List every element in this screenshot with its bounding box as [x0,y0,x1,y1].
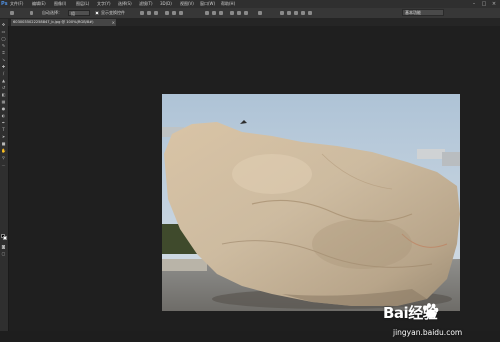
move-tool-preset-icon[interactable] [10,11,14,15]
auto-select-value: 组 [71,11,75,16]
auto-select-dropdown[interactable]: 组 [68,10,90,16]
quick-mask-icon[interactable]: ◙ [1,244,6,249]
path-select-tool-icon[interactable]: ➤ [1,134,6,139]
rock-photo [162,94,460,311]
distribute-right-icon[interactable] [244,11,248,15]
menu-layer[interactable]: 图层(L) [76,1,89,7]
document-tab-bar: 6030035022258847_b.jpg @ 100%(RGB/8#) × [8,19,500,26]
dodge-tool-icon[interactable]: ◐ [1,113,6,118]
3d-scale-icon[interactable] [308,11,312,15]
brush-tool-icon[interactable]: / [1,71,6,76]
crop-tool-icon[interactable]: ⌗ [1,50,6,55]
show-transform-label: 显示变换控件 [101,10,125,15]
shape-tool-icon[interactable]: ■ [1,141,6,146]
3d-roll-icon[interactable] [287,11,291,15]
maximize-icon[interactable]: □ [480,1,488,7]
align-bottom-icon[interactable] [154,11,158,15]
screen-mode-icon[interactable]: ▢ [1,251,6,256]
type-tool-icon[interactable]: T [1,127,6,132]
menu-bar: Ps 文件(F) 编辑(E) 图像(I) 图层(L) 文字(Y) 选择(S) 滤… [0,0,500,8]
healing-brush-tool-icon[interactable]: ✚ [1,64,6,69]
pen-tool-icon[interactable]: ✒ [1,120,6,125]
document-tab[interactable]: 6030035022258847_b.jpg @ 100%(RGB/8#) × [11,19,116,26]
menu-select[interactable]: 选择(S) [118,1,132,7]
menu-file[interactable]: 文件(F) [10,1,23,7]
align-right-icon[interactable] [179,11,183,15]
document-canvas[interactable] [162,94,460,311]
menu-image[interactable]: 图像(I) [54,1,66,7]
clone-stamp-tool-icon[interactable]: ▲ [1,78,6,83]
auto-select-label: 自动选择： [42,10,62,15]
eraser-tool-icon[interactable]: ◧ [1,92,6,97]
distribute-hcenter-icon[interactable] [237,11,241,15]
options-bar: 自动选择： 组 显示变换控件 基本功能 [0,8,500,19]
workspace-label: 基本功能 [405,10,421,15]
blur-tool-icon[interactable]: ● [1,106,6,111]
menu-help[interactable]: 帮助(H) [221,1,235,7]
close-tab-icon[interactable]: × [112,19,115,26]
hand-tool-icon[interactable]: ✋ [1,148,6,153]
align-left-icon[interactable] [165,11,169,15]
lasso-tool-icon[interactable]: ◯ [1,36,6,41]
watermark-url: jingyan.baidu.com [393,328,463,337]
auto-align-icon[interactable] [258,11,262,15]
distribute-left-icon[interactable] [230,11,234,15]
3d-slide-icon[interactable] [301,11,305,15]
marquee-tool-icon[interactable]: ▭ [1,29,6,34]
menu-type[interactable]: 文字(Y) [97,1,111,7]
baidu-jingyan-watermark: Bai经验 jingyan.baidu.com [377,302,499,342]
baidu-paw-icon [423,303,439,318]
align-vcenter-icon[interactable] [147,11,151,15]
photoshop-logo-icon: Ps [1,1,8,7]
workspace-dropdown[interactable]: 基本功能 [402,9,444,16]
distribute-top-icon[interactable] [205,11,209,15]
quick-select-tool-icon[interactable]: ✎ [1,43,6,48]
3d-rotate-icon[interactable] [280,11,284,15]
document-tab-title: 6030035022258847_b.jpg @ 100%(RGB/8#) [13,20,94,24]
menu-edit[interactable]: 编辑(E) [32,1,46,7]
show-transform-checkbox[interactable] [95,11,99,15]
tools-panel: ✥ ▭ ◯ ✎ ⌗ ↘ ✚ / ▲ ↺ ◧ ▦ ● ◐ ✒ T ➤ ■ ✋ ⚲ … [0,19,9,331]
zoom-tool-icon[interactable]: ⚲ [1,155,6,160]
menu-filter[interactable]: 滤镜(T) [139,1,153,7]
distribute-bottom-icon[interactable] [219,11,223,15]
edit-toolbar-icon[interactable]: … [1,162,6,167]
gradient-tool-icon[interactable]: ▦ [1,99,6,104]
menu-3d[interactable]: 3D(D) [160,1,172,7]
eyedropper-tool-icon[interactable]: ↘ [1,57,6,62]
align-top-icon[interactable] [140,11,144,15]
menu-view[interactable]: 视图(V) [180,1,194,7]
minimize-icon[interactable]: – [470,1,478,7]
menu-window[interactable]: 窗口(W) [200,1,215,7]
move-tool-icon[interactable]: ✥ [1,22,6,27]
align-hcenter-icon[interactable] [172,11,176,15]
history-brush-tool-icon[interactable]: ↺ [1,85,6,90]
canvas-area: Bai经验 jingyan.baidu.com [9,26,500,337]
distribute-vcenter-icon[interactable] [212,11,216,15]
close-window-icon[interactable]: × [490,1,498,7]
auto-select-checkbox-icon[interactable] [30,11,33,15]
background-color-swatch[interactable] [3,236,7,240]
3d-pan-icon[interactable] [294,11,298,15]
